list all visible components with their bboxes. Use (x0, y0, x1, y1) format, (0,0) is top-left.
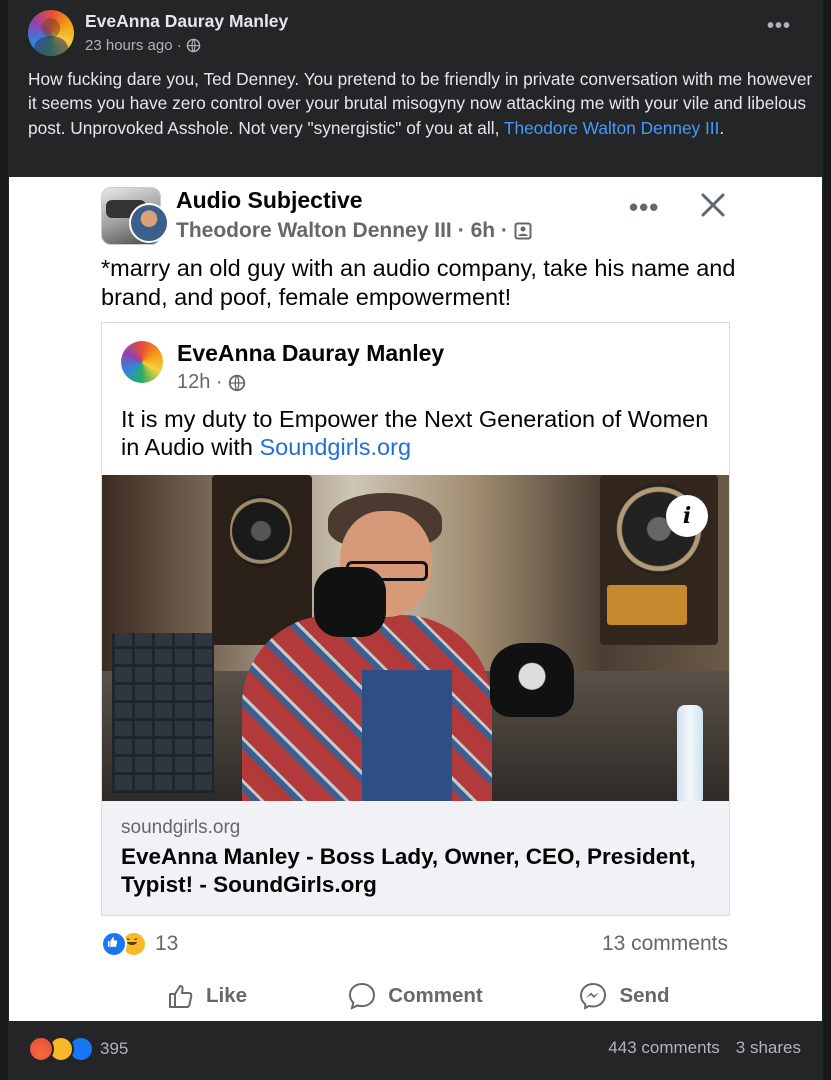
angry-reaction-icon (28, 1036, 54, 1062)
shared-author-avatar (121, 341, 163, 383)
inner-more-icon: ••• (629, 192, 660, 222)
like-action: Like (101, 980, 310, 1012)
like-reaction-icon (101, 931, 127, 957)
globe-icon (228, 374, 245, 391)
comment-label: Comment (388, 984, 483, 1007)
post-body-end: . (719, 117, 725, 138)
author-avatar[interactable] (28, 10, 74, 56)
group-icon (514, 222, 532, 240)
shared-photo: i (102, 475, 729, 801)
comments-count[interactable]: 443 comments (608, 1038, 720, 1058)
reaction-count[interactable]: 395 (100, 1039, 128, 1059)
shared-text-body: It is my duty to Empower the Next Genera… (121, 406, 709, 460)
shares-count[interactable]: 3 shares (736, 1038, 801, 1058)
more-options-icon[interactable]: ••• (764, 16, 794, 46)
messenger-icon (580, 982, 607, 1010)
post-timestamp: 23 hours ago · (85, 37, 201, 54)
shared-author-name: EveAnna Dauray Manley (177, 340, 445, 366)
reaction-summary[interactable]: 395 (28, 1036, 128, 1062)
shared-post: EveAnna Dauray Manley 12h · It is my dut… (101, 322, 730, 916)
send-label: Send (619, 984, 670, 1007)
post-author-name[interactable]: EveAnna Dauray Manley (85, 11, 288, 32)
link-title: EveAnna Manley - Boss Lady, Owner, CEO, … (121, 844, 696, 897)
like-label: Like (205, 984, 248, 1007)
poster-avatar (129, 203, 169, 243)
inner-reaction-count: 13 (155, 932, 179, 955)
inner-reactions: 13 (101, 931, 178, 957)
engagement-stats: 443 comments 3 shares (608, 1038, 801, 1058)
comment-action: Comment (310, 980, 519, 1012)
soundgirls-link: Soundgirls.org (259, 434, 412, 460)
info-icon: i (666, 495, 708, 537)
shared-post-text: It is my duty to Empower the Next Genera… (121, 405, 711, 461)
inner-action-bar: Like Comment Send (101, 972, 728, 1020)
page-post-caption: *marry an old guy with an audio company,… (101, 255, 736, 310)
poster-name: Theodore Walton Denney III (176, 219, 452, 242)
globe-icon (186, 38, 201, 53)
post-body: How fucking dare you, Ted Denney. You pr… (28, 67, 813, 140)
link-domain: soundgirls.org (121, 817, 241, 838)
shared-time: 12h · (177, 371, 246, 394)
poster-time: · 6h · (457, 219, 508, 242)
link-preview: soundgirls.org EveAnna Manley - Boss Lad… (102, 801, 729, 915)
comment-bubble-icon (349, 982, 376, 1010)
send-action: Send (519, 980, 728, 1012)
inner-comment-count: 13 comments (601, 932, 728, 955)
shared-screenshot-image[interactable]: Audio Subjective Theodore Walton Denney … (9, 177, 822, 1021)
post-time-label[interactable]: 23 hours ago · (85, 37, 182, 54)
thumbs-up-icon (168, 985, 193, 1008)
mention-link[interactable]: Theodore Walton Denney III (504, 118, 720, 138)
shared-time-label: 12h · (177, 371, 223, 393)
close-icon (701, 193, 725, 217)
post-footer: 395 443 comments 3 shares (8, 1025, 823, 1075)
page-name: Audio Subjective (176, 187, 363, 213)
poster-meta: Theodore Walton Denney III · 6h · (176, 219, 532, 243)
